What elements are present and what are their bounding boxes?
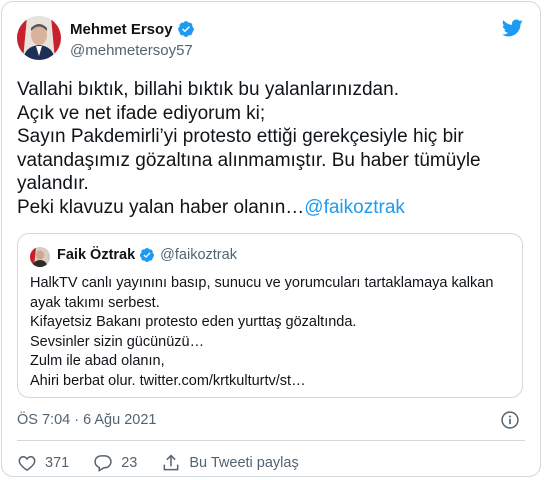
author-avatar[interactable] [17,16,61,60]
quoted-text: HalkTV canlı yayınını basıp, sunucu ve y… [30,275,494,389]
author-handle[interactable]: @mehmetersoy57 [70,42,193,59]
quoted-header: Faik Öztrak @faikoztrak [57,247,237,263]
like-count: 371 [45,455,70,471]
tweet-timestamp[interactable]: ÖS 7:04 · 6 Ağu 2021 [17,412,156,428]
heart-icon [18,455,36,471]
quoted-author-name: Faik Öztrak [57,247,136,263]
reply-button[interactable]: 23 [93,453,137,473]
twitter-bird-icon[interactable] [500,17,524,44]
author-name-row[interactable]: Mehmet Ersoy [70,20,195,38]
share-button[interactable]: Bu Tweeti paylaş [161,453,299,473]
tweet-line-1: Vallahi bıktık, billahi bıktık bu yalanl… [17,79,399,100]
reply-count: 23 [121,455,138,471]
tweet-card: Mehmet Ersoy @mehmetersoy57 Vallahi bıkt… [1,1,541,477]
quoted-tweet[interactable]: Faik Öztrak @faikoztrak HalkTV canlı yay… [17,233,523,398]
divider [17,440,525,441]
action-bar: 371 23 Bu Tweeti paylaş [17,453,323,473]
share-icon [163,454,179,471]
quoted-author-handle: @faikoztrak [160,247,237,263]
like-button[interactable]: 371 [17,453,69,473]
quoted-author-avatar[interactable] [30,247,50,267]
author-name[interactable]: Mehmet Ersoy [70,21,173,38]
reply-bubble-icon [94,455,112,472]
share-label: Bu Tweeti paylaş [189,455,299,471]
mention-link[interactable]: @faikoztrak [304,197,405,218]
tweet-line-3: Sayın Pakdemirli’yi protesto ettiği gere… [17,126,481,194]
tweet-line-2: Açık ve net ifade ediyorum ki; [17,102,266,124]
tweet-line-4: Peki klavuzu yalan haber olanın… [17,196,305,218]
info-icon[interactable] [500,410,520,435]
tweet-text: Vallahi bıktık, billahi bıktık bu yalanl… [17,78,522,219]
verified-badge-icon [177,20,195,38]
verified-badge-icon [139,247,155,263]
